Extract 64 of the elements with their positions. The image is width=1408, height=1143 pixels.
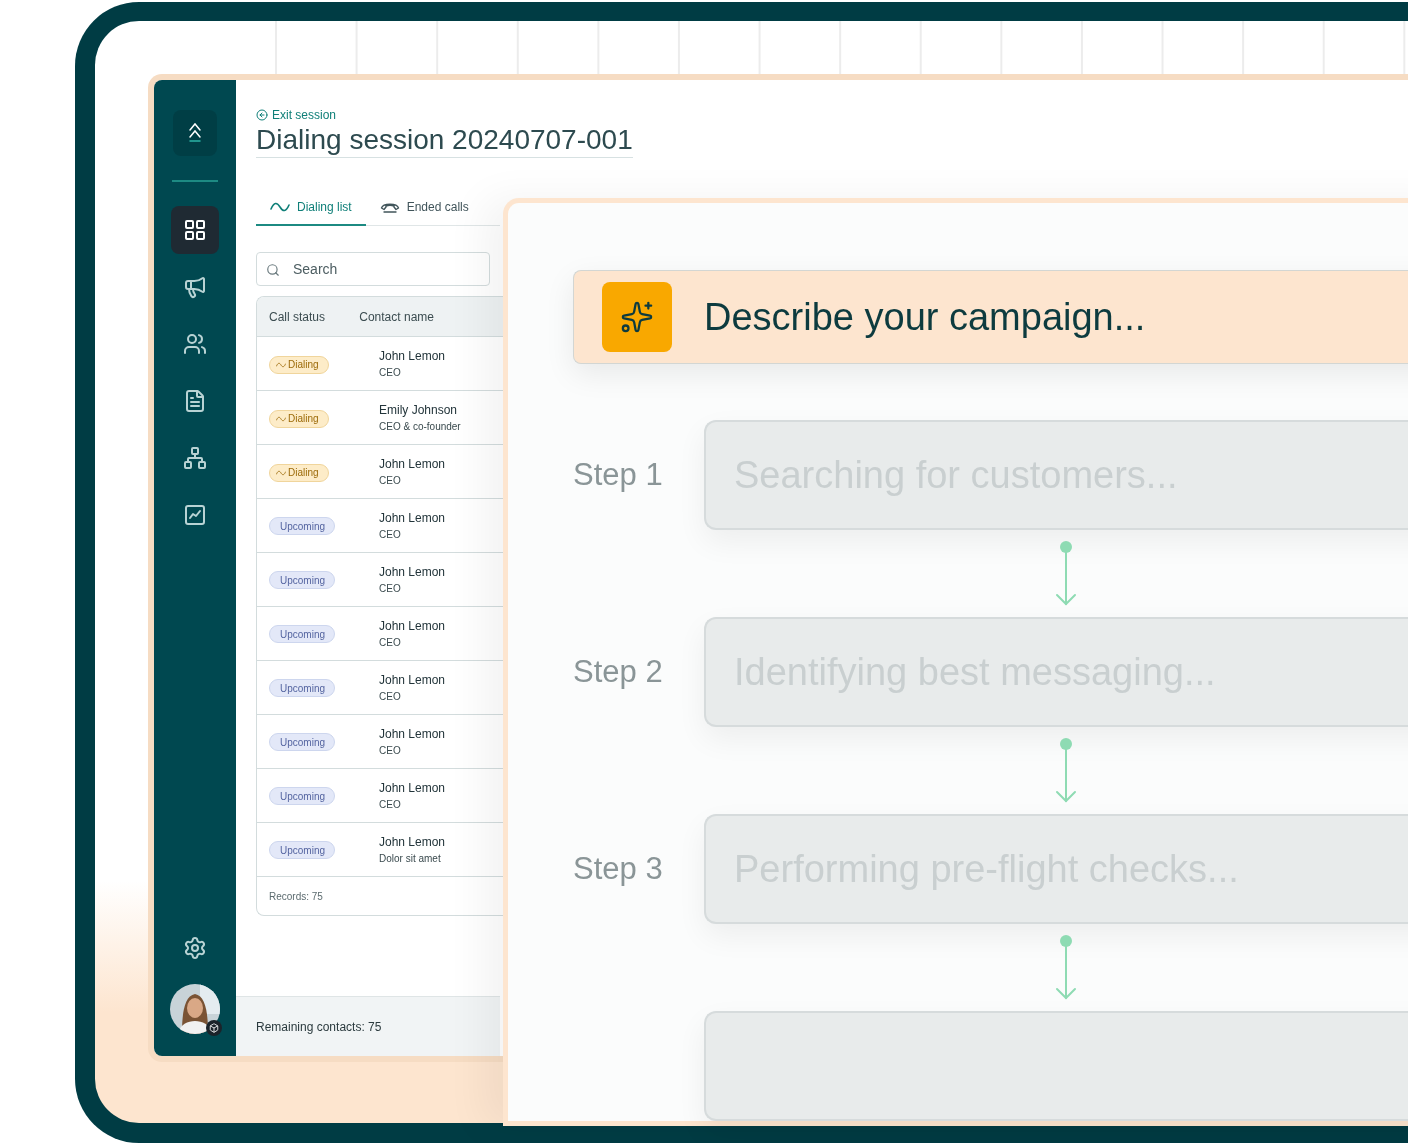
contact-role: CEO <box>379 745 402 756</box>
wave-icon <box>276 361 286 368</box>
search-icon <box>266 263 280 277</box>
contact-name: John Lemon <box>379 835 446 849</box>
status-badge: Upcoming <box>269 571 336 590</box>
wave-icon <box>276 415 286 422</box>
step-label: Step 2 <box>573 654 664 691</box>
status-badge: Dialing <box>269 463 329 482</box>
search-field[interactable]: Search <box>256 252 490 286</box>
phone-icon <box>379 201 400 213</box>
status-badge: Upcoming <box>269 517 336 536</box>
campaign-prompt-bar[interactable]: Describe your campaign... <box>573 270 1408 365</box>
step-label: Step 3 <box>573 851 664 888</box>
status-badge: Dialing <box>269 409 329 428</box>
status-badge: Upcoming <box>269 787 336 806</box>
sparkle-icon <box>602 282 672 352</box>
contact-role: CEO <box>379 637 402 648</box>
arrow-connector <box>1055 737 1077 804</box>
document-icon <box>183 389 207 413</box>
status-badge: Dialing <box>269 355 329 374</box>
cube-icon <box>206 1020 222 1036</box>
people-icon <box>183 332 207 356</box>
status-badge: Upcoming <box>269 733 336 752</box>
contact-role: CEO & co-founder <box>379 421 461 432</box>
contact-name: John Lemon <box>379 727 446 741</box>
settings-icon[interactable] <box>183 936 207 960</box>
megaphone-icon <box>183 275 207 299</box>
records-count: Records: 75 <box>268 889 324 904</box>
contact-role: CEO <box>379 583 402 594</box>
contact-name: Emily Johnson <box>379 403 459 417</box>
column-header: Contact name <box>358 309 435 324</box>
contact-name: John Lemon <box>379 511 446 525</box>
contact-name: John Lemon <box>379 781 446 795</box>
contact-role: Dolor sit amet <box>379 853 442 864</box>
remaining-contacts: Remaining contacts: 75 <box>236 996 500 1056</box>
status-badge: Upcoming <box>269 841 336 860</box>
nav-item[interactable] <box>171 206 219 254</box>
campaign-prompt: Describe your campaign... <box>704 295 1146 339</box>
contact-role: CEO <box>379 691 402 702</box>
logo-icon <box>173 110 217 156</box>
arrow-connector <box>1055 540 1077 607</box>
nodes-icon <box>183 446 207 470</box>
contact-role: CEO <box>379 367 402 378</box>
contact-name: John Lemon <box>379 565 446 579</box>
chart-icon <box>183 503 207 527</box>
grid-icon <box>183 218 207 242</box>
contact-role: CEO <box>379 529 402 540</box>
wave-icon <box>276 469 286 476</box>
contact-role: CEO <box>379 475 402 486</box>
contact-name: John Lemon <box>379 349 446 363</box>
arrow-connector <box>1055 934 1077 1001</box>
tab[interactable]: Ended calls <box>365 194 483 226</box>
contact-name: John Lemon <box>379 673 446 687</box>
exit-session-link[interactable]: Exit session <box>256 108 337 122</box>
session-title: Dialing session 20240707-001 <box>256 124 633 158</box>
contact-name: John Lemon <box>379 457 446 471</box>
step-label: Step 1 <box>573 457 664 494</box>
wave-icon <box>270 201 290 213</box>
status-badge: Upcoming <box>269 625 336 644</box>
contact-role: CEO <box>379 799 402 810</box>
status-badge: Upcoming <box>269 679 336 698</box>
contact-name: John Lemon <box>379 619 446 633</box>
column-header: Call status <box>268 309 327 324</box>
tab[interactable]: Dialing list <box>256 194 366 226</box>
